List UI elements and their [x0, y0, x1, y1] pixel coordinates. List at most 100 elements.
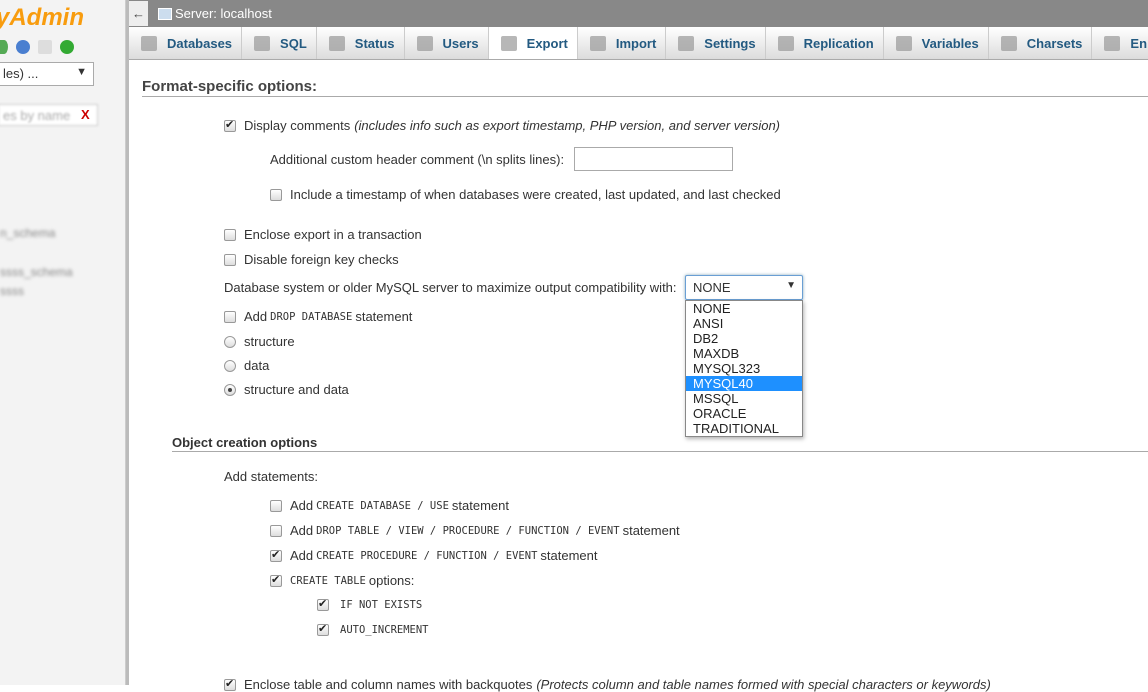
checkbox[interactable] — [317, 622, 329, 636]
database-icon — [141, 35, 157, 51]
option-db2[interactable]: DB2 — [686, 331, 802, 346]
export-icon — [500, 35, 517, 51]
engines-icon — [1104, 35, 1121, 51]
status-icon — [328, 35, 345, 51]
tab-label: Export — [526, 35, 568, 51]
label: Enclose export in a transaction — [244, 227, 422, 242]
create-procedure-option[interactable]: AddCREATE PROCEDURE / FUNCTION / EVENTst… — [270, 548, 598, 563]
wrench-icon — [678, 35, 695, 51]
option-oracle[interactable]: ORACLE — [686, 406, 802, 421]
docs-icon[interactable] — [38, 40, 52, 54]
chevron-down-icon: ▼ — [786, 280, 796, 291]
code: AUTO_INCREMENT — [340, 624, 429, 636]
option-ansi[interactable]: ANSI — [686, 316, 802, 331]
tab-charsets[interactable]: Charsets — [989, 27, 1093, 59]
label: data — [244, 358, 270, 373]
auto-increment-option[interactable]: AUTO_INCREMENT — [317, 622, 432, 636]
structure-and-data-radio[interactable] — [224, 383, 236, 396]
label: Display comments — [244, 118, 351, 133]
db-item[interactable]: n_schema — [0, 226, 55, 240]
tab-replication[interactable]: Replication — [766, 27, 884, 59]
checkbox[interactable] — [270, 499, 282, 512]
label: Include a timestamp of when databases we… — [290, 187, 781, 202]
drop-database-option[interactable]: Add DROP DATABASE statement — [224, 309, 412, 324]
tab-sql[interactable]: SQL — [242, 27, 317, 59]
breadcrumb-bar: ← Server: localhost — [129, 0, 1148, 27]
tab-status[interactable]: Status — [317, 27, 405, 59]
navigation-sidebar: yAdmin les) ... ▼ es by name X n_schema s… — [0, 0, 126, 685]
filter-placeholder: es by name — [3, 108, 71, 123]
radio-structure-and-data[interactable]: structure and data — [224, 382, 349, 397]
create-database-option[interactable]: Add CREATE DATABASE / USE statement — [270, 498, 509, 513]
header-comment-input[interactable] — [574, 147, 734, 171]
display-comments-option[interactable]: Display comments(includes info such as e… — [224, 118, 780, 133]
breadcrumb-server[interactable]: Server: localhost — [175, 6, 272, 21]
option-mysql323[interactable]: MYSQL323 — [686, 361, 802, 376]
tab-databases[interactable]: Databases — [129, 27, 243, 59]
tab-label: Replication — [803, 35, 874, 51]
code: CREATE PROCEDURE / FUNCTION / EVENT — [316, 549, 538, 562]
chevron-down-icon: ▼ — [76, 66, 87, 78]
label: Add — [244, 309, 268, 324]
create-table-option[interactable]: CREATE TABLEoptions: — [270, 573, 414, 588]
object-options-heading: Object creation options — [172, 435, 1148, 452]
format-options-heading: Format-specific options: — [142, 78, 1148, 97]
tab-users[interactable]: Users — [405, 27, 489, 59]
timestamp-checkbox[interactable] — [270, 188, 282, 201]
tab-label: En — [1130, 35, 1148, 51]
import-icon — [589, 35, 606, 51]
display-comments-checkbox[interactable] — [224, 118, 236, 132]
structure-radio[interactable] — [224, 335, 236, 348]
tab-settings[interactable]: Settings — [666, 27, 766, 59]
db-item[interactable]: ssss — [0, 284, 24, 298]
label: Add — [290, 523, 314, 538]
sidebar-resizer[interactable] — [126, 0, 129, 685]
db-item[interactable]: ssss_schema — [0, 265, 73, 279]
data-radio[interactable] — [224, 359, 236, 372]
tab-export[interactable]: Export — [488, 27, 578, 59]
tab-engines[interactable]: En — [1092, 27, 1148, 59]
server-icon — [158, 7, 172, 20]
option-none[interactable]: NONE — [686, 301, 802, 316]
option-mssql[interactable]: MSSQL — [686, 391, 802, 406]
if-not-exists-option[interactable]: IF NOT EXISTS — [317, 597, 425, 611]
compat-select[interactable]: NONE ▼ — [685, 275, 803, 300]
home-icon[interactable] — [0, 40, 8, 54]
checkbox[interactable] — [270, 548, 282, 562]
tab-label: Import — [615, 35, 657, 51]
drop-table-option[interactable]: Add DROP TABLE / VIEW / PROCEDURE / FUNCT… — [270, 523, 680, 538]
checkbox[interactable] — [270, 573, 282, 587]
database-select[interactable]: les) ... ▼ — [0, 62, 94, 86]
option-traditional[interactable]: TRADITIONAL — [686, 421, 802, 436]
users-icon — [416, 35, 433, 51]
add-statements-label: Add statements: — [224, 469, 318, 484]
code: IF NOT EXISTS — [340, 599, 423, 611]
label: Add — [290, 498, 314, 513]
sql-icon — [254, 35, 271, 51]
label: statement — [451, 498, 509, 513]
help-icon[interactable] — [16, 40, 30, 54]
tab-variables[interactable]: Variables — [884, 27, 989, 59]
fk-checks-checkbox[interactable] — [224, 253, 236, 266]
timestamp-option[interactable]: Include a timestamp of when databases we… — [270, 187, 781, 202]
option-mysql40[interactable]: MYSQL40 — [686, 376, 802, 391]
collapse-sidebar-button[interactable]: ← — [129, 1, 148, 26]
radio-data[interactable]: data — [224, 358, 269, 373]
transaction-checkbox[interactable] — [224, 228, 236, 241]
clear-filter-icon[interactable]: X — [81, 107, 90, 122]
phpmyadmin-logo[interactable]: yAdmin — [0, 4, 84, 32]
code: CREATE DATABASE / USE — [316, 499, 449, 512]
transaction-option[interactable]: Enclose export in a transaction — [224, 227, 422, 242]
checkbox[interactable] — [270, 524, 282, 537]
label: statement — [622, 523, 680, 538]
radio-structure[interactable]: structure — [224, 334, 295, 349]
tab-label: Status — [354, 35, 395, 51]
drop-database-checkbox[interactable] — [224, 310, 236, 323]
reload-icon[interactable] — [60, 40, 74, 54]
checkbox[interactable] — [317, 597, 329, 611]
compat-label: Database system or older MySQL server to… — [224, 280, 677, 295]
sidebar-icons — [0, 40, 74, 54]
fk-checks-option[interactable]: Disable foreign key checks — [224, 252, 399, 267]
option-maxdb[interactable]: MAXDB — [686, 346, 802, 361]
tab-import[interactable]: Import — [578, 27, 667, 59]
